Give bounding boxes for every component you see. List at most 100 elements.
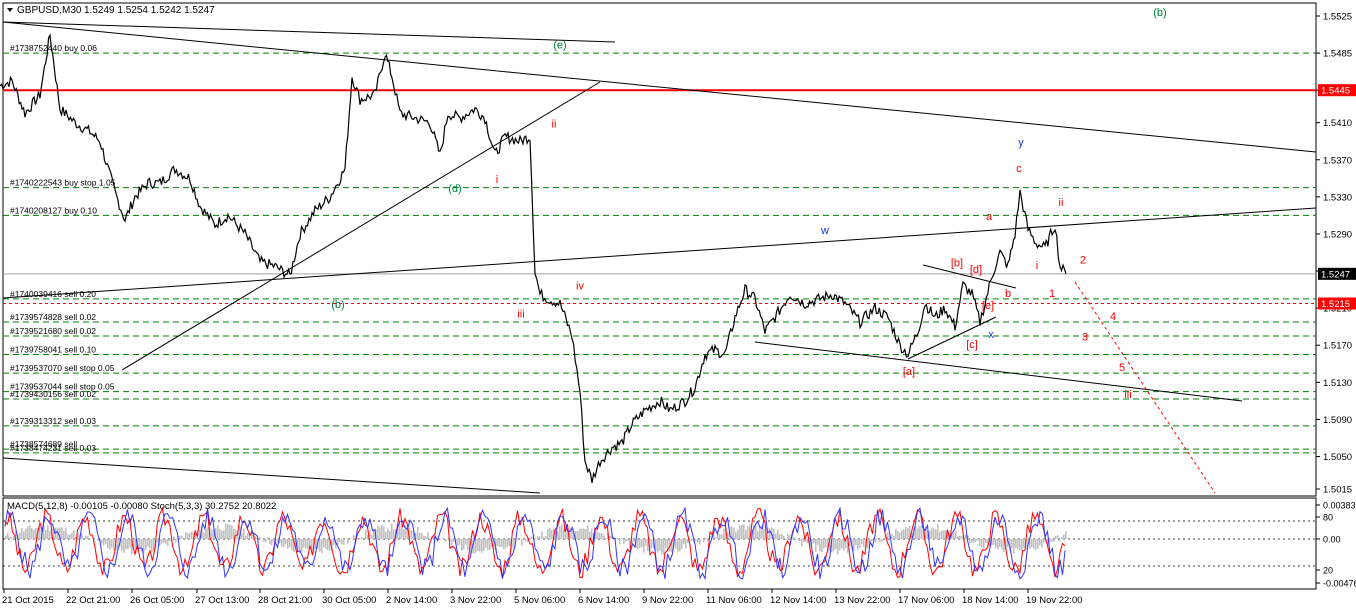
macd-bar (579, 528, 581, 539)
macd-bar (737, 529, 739, 539)
macd-bar (339, 539, 341, 543)
price-tag-label: 1.5215 (1321, 299, 1350, 310)
order-line-label: #1740039416 sell 0.20 (10, 289, 96, 299)
macd-bar (483, 539, 485, 552)
macd-bar (539, 536, 541, 539)
macd-bar (997, 539, 999, 550)
wave-label: (b) (331, 299, 344, 311)
macd-bar (481, 539, 483, 553)
macd-bar (697, 539, 699, 543)
macd-bar (965, 534, 967, 539)
macd-bar (11, 537, 13, 539)
macd-bar (935, 529, 937, 539)
macd-bar (887, 532, 889, 539)
x-tick-label: 27 Oct 13:00 (195, 595, 249, 606)
macd-bar (521, 539, 523, 546)
macd-bar (581, 528, 583, 539)
y-tick-label: 1.5015 (1323, 485, 1352, 496)
macd-bar (267, 537, 269, 539)
macd-bar (465, 539, 467, 545)
macd-bar (73, 529, 75, 539)
macd-bar (747, 526, 749, 539)
macd-bar (843, 539, 845, 551)
macd-bar (425, 536, 427, 539)
macd-bar (461, 539, 463, 551)
macd-bar (719, 534, 721, 539)
wave-label: [d] (970, 264, 982, 276)
macd-bar (855, 539, 857, 545)
macd-bar (231, 525, 233, 539)
macd-bar (97, 539, 99, 541)
macd-bar (837, 539, 839, 555)
macd-bar (287, 539, 289, 549)
y-tick-label: 1.5525 (1323, 12, 1352, 23)
macd-bar (559, 525, 561, 539)
macd-bar (939, 531, 941, 539)
wave-label: iii (517, 308, 524, 320)
y-tick-label: 1.5370 (1323, 155, 1352, 166)
order-line-label: #1739574828 sell 0.02 (10, 312, 96, 322)
x-tick-label: 30 Oct 05:00 (322, 595, 376, 606)
wave-label: iv (576, 281, 584, 293)
macd-bar (217, 525, 219, 539)
macd-bar (167, 539, 169, 546)
macd-bar (863, 539, 865, 548)
macd-bar (173, 536, 175, 539)
macd-bar (243, 528, 245, 539)
macd-bar (123, 539, 125, 553)
wave-label: 1 (1049, 288, 1055, 300)
macd-bar (445, 539, 447, 542)
macd-bar (639, 539, 641, 548)
macd-bar (263, 539, 265, 542)
macd-bar (7, 532, 9, 539)
y-tick-label: 1.5485 (1323, 49, 1352, 60)
order-line-label: #1740222543 buy stop 1.05 (10, 178, 116, 188)
macd-bar (803, 539, 805, 542)
x-tick-label: 2 Nov 14:00 (386, 595, 437, 606)
macd-bar (813, 539, 815, 544)
macd-bar (475, 539, 477, 553)
macd-bar (861, 539, 863, 545)
macd-bar (769, 528, 771, 539)
x-tick-label: 17 Nov 06:00 (898, 595, 955, 606)
wave-label: [e] (982, 300, 994, 312)
macd-bar (897, 530, 899, 539)
macd-bar (969, 539, 971, 543)
macd-bar (33, 529, 35, 539)
macd-bar (1013, 539, 1015, 554)
macd-bar (457, 539, 459, 546)
macd-bar (825, 539, 827, 548)
macd-bar (35, 527, 37, 539)
macd-bar (305, 539, 307, 549)
y-tick-label: 1.5050 (1323, 452, 1352, 463)
macd-bar (983, 539, 985, 549)
macd-bar (301, 539, 303, 552)
macd-bar (347, 539, 349, 544)
macd-bar (1055, 536, 1057, 539)
macd-bar (379, 527, 381, 539)
macd-bar (733, 527, 735, 539)
macd-bar (291, 539, 293, 551)
macd-bar (203, 532, 205, 539)
macd-bar (61, 527, 63, 539)
macd-bar (139, 539, 141, 549)
macd-bar (921, 526, 923, 539)
wave-label: 3 (1082, 332, 1088, 344)
macd-bar (163, 539, 165, 543)
macd-bar (1037, 539, 1039, 549)
wave-label: iii (1124, 389, 1131, 401)
macd-bar (1033, 539, 1035, 549)
macd-bar (441, 538, 443, 539)
indicator-tick-label: 20 (1323, 566, 1333, 576)
x-tick-label: 13 Nov 22:00 (834, 595, 891, 606)
macd-bar (121, 539, 123, 551)
trading-chart[interactable]: #1738752440 buy 0.06 #1740222543 buy stop… (0, 0, 1356, 608)
macd-bar (1021, 539, 1023, 551)
wave-label: ii (552, 118, 557, 130)
macd-bar (937, 524, 939, 539)
macd-bar (241, 533, 243, 539)
macd-bar (741, 524, 743, 539)
macd-bar (83, 537, 85, 539)
macd-bar (283, 539, 285, 548)
y-tick-label: 1.5330 (1323, 192, 1352, 203)
